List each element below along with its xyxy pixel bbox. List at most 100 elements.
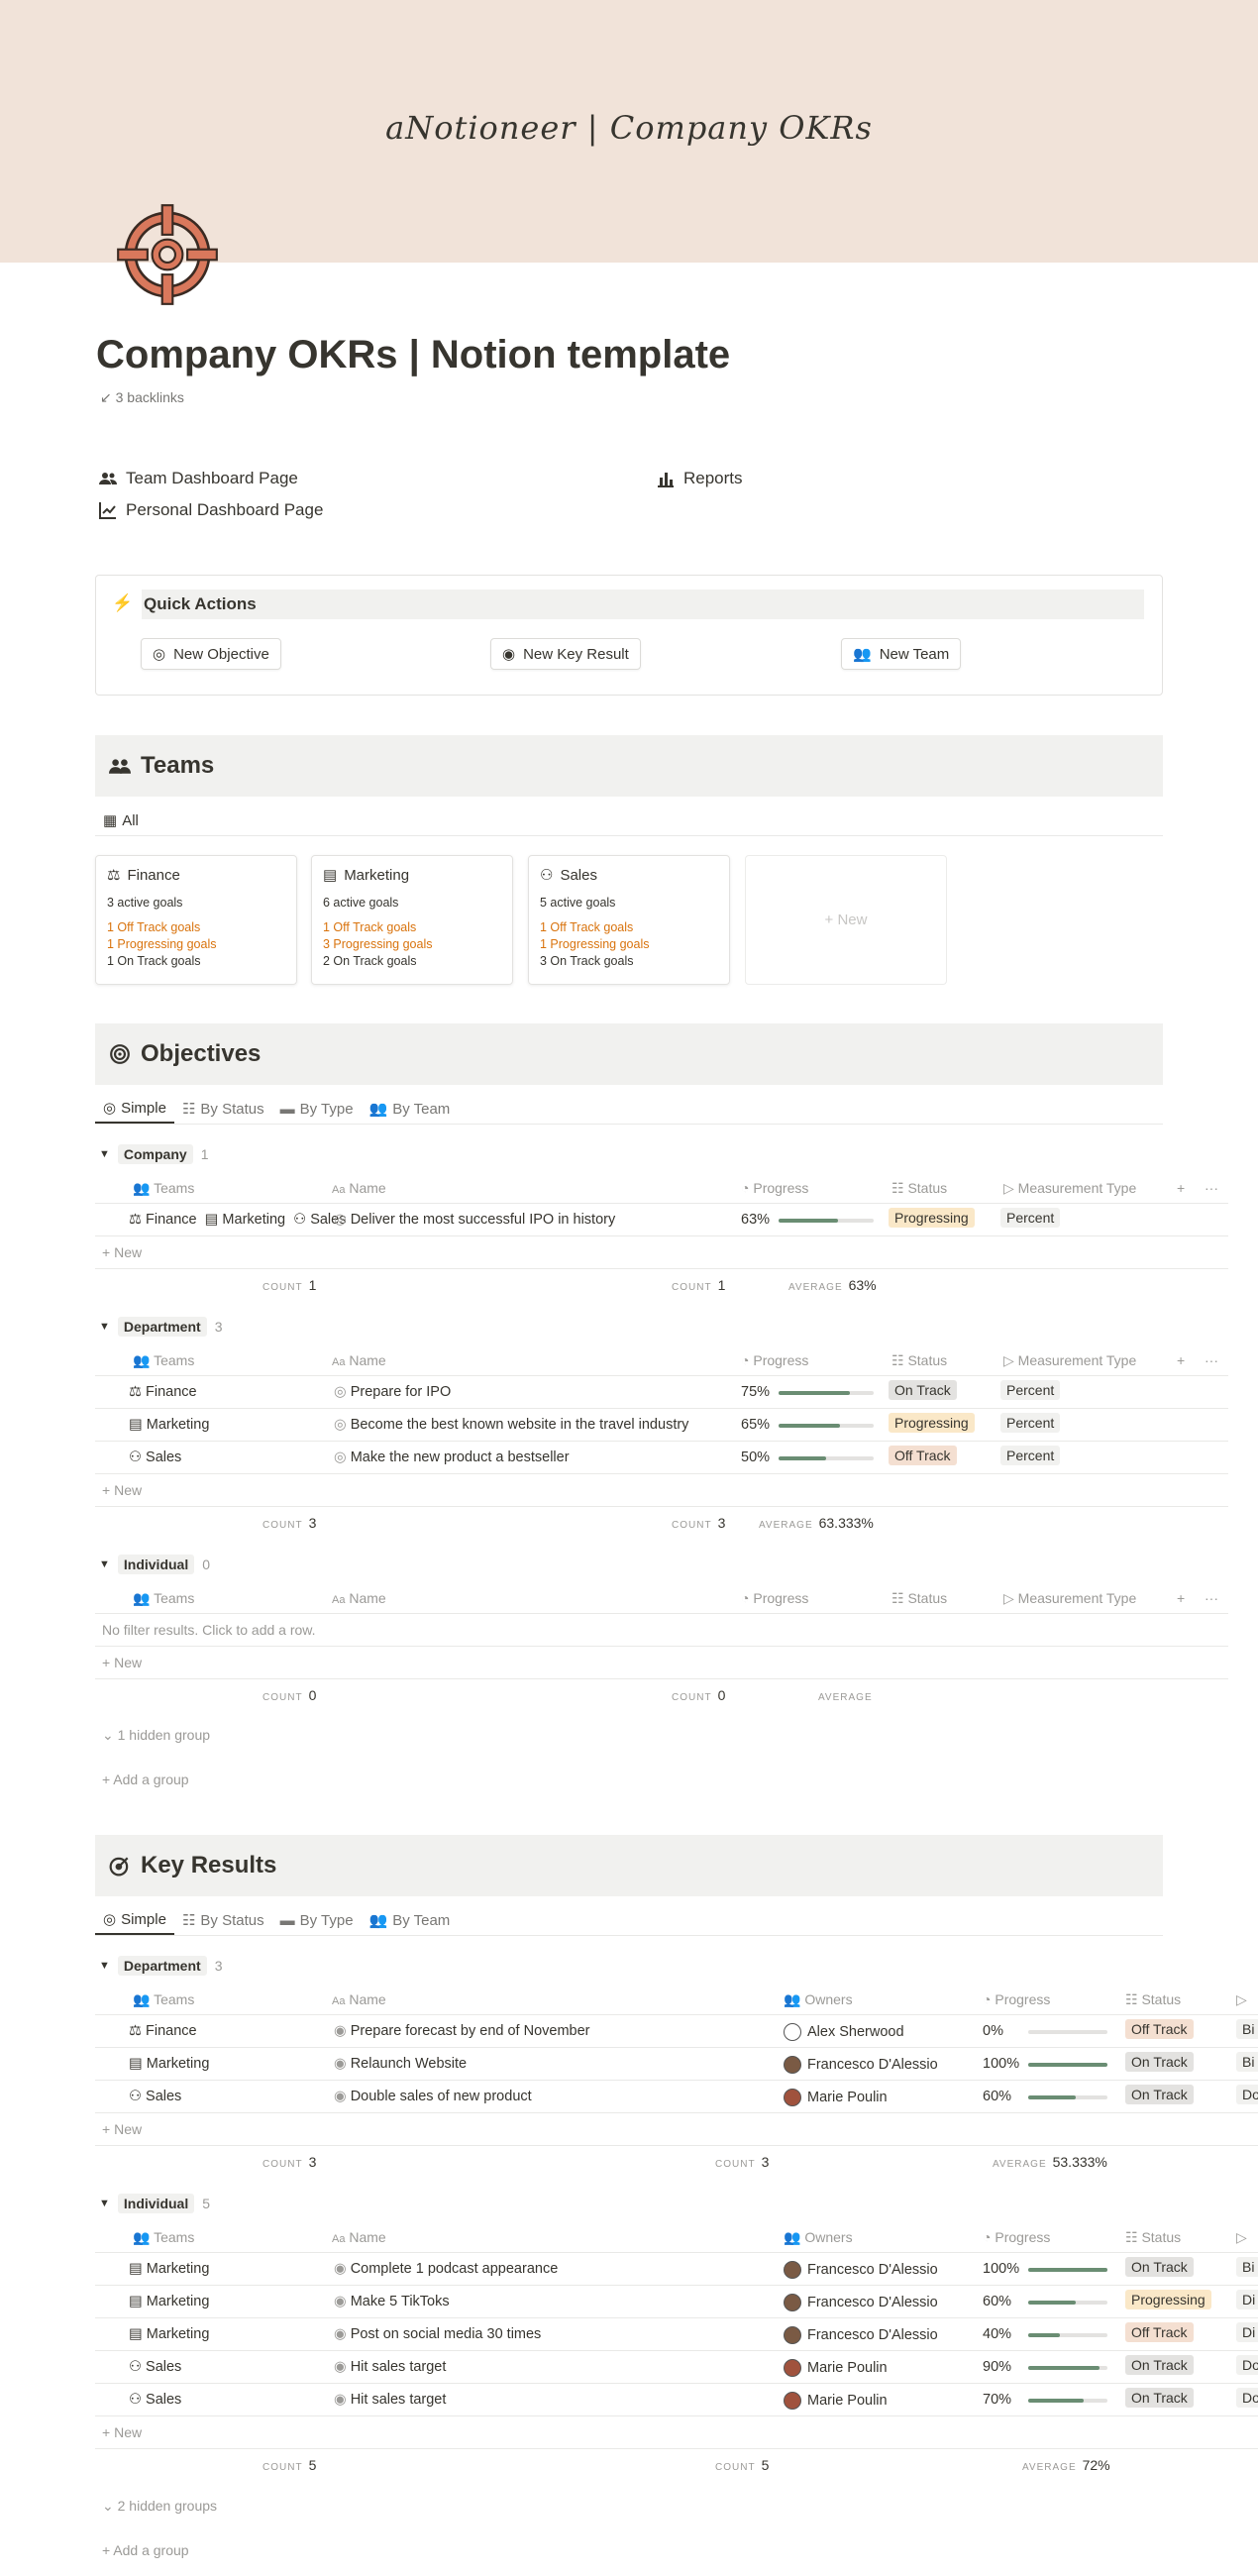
count-calculation[interactable]: COUNT 3 [672,1515,725,1531]
table-row[interactable]: ⚖ Finance ◉ Prepare forecast by end of No… [95,2015,1258,2048]
group-individual[interactable]: ▼ Individual 0 [99,1555,210,1574]
collapse-triangle-icon[interactable]: ▼ [99,1558,110,1570]
team-cell[interactable]: ▤ Marketing [129,2294,209,2309]
count-calculation[interactable]: COUNT 3 [262,2154,316,2170]
new-row-button[interactable]: + New [95,2416,1258,2449]
team-card-sales[interactable]: ⚇ Sales 5 active goals 1 Off Track goals … [528,855,730,985]
team-cell[interactable]: ⚖ Finance [129,2023,197,2039]
owner-cell[interactable]: Francesco D'Alessio [784,2056,938,2074]
tab-simple[interactable]: ◎ Simple [95,1905,174,1935]
tab-by-type[interactable]: ▬ By Type [272,1905,362,1935]
name-cell[interactable]: ◉ Hit sales target [334,2392,446,2408]
new-row-button[interactable]: + New [95,1647,1228,1679]
personal-dashboard-link[interactable]: Personal Dashboard Page [98,500,323,520]
group-individual[interactable]: ▼ Individual 5 [99,2194,210,2213]
more-options-icon[interactable]: ··· [1205,1180,1218,1196]
owner-cell[interactable]: Alex Sherwood [784,2023,904,2041]
name-cell[interactable]: ◎ Prepare for IPO [334,1384,451,1400]
owner-cell[interactable]: Marie Poulin [784,2392,888,2410]
team-dashboard-link[interactable]: Team Dashboard Page [98,469,298,488]
name-cell[interactable]: ◉ Relaunch Website [334,2056,467,2072]
add-group-button[interactable]: + Add a group [102,2542,189,2558]
tab-by-status[interactable]: ☷ By Status [174,1905,272,1935]
table-row[interactable]: ▤ Marketing ◉ Post on social media 30 tim… [95,2318,1258,2351]
add-property-icon[interactable]: + [1177,1590,1185,1606]
tab-by-team[interactable]: 👥 By Team [362,1094,459,1124]
owner-cell[interactable]: Francesco D'Alessio [784,2294,938,2311]
count-calculation[interactable]: COUNT 3 [262,1515,316,1531]
table-row[interactable]: ▤ Marketing ◉ Complete 1 podcast appearan… [95,2253,1258,2286]
measurement-column-icon[interactable]: ▷ [1236,1991,1247,2008]
name-cell[interactable]: ◉ Complete 1 podcast appearance [334,2261,558,2277]
count-calculation[interactable]: COUNT 3 [715,2154,769,2170]
group-company[interactable]: ▼ Company 1 [99,1144,208,1164]
add-group-button[interactable]: + Add a group [102,1771,189,1787]
team-cell[interactable]: ⚇ Sales [129,2359,181,2375]
name-cell[interactable]: ◎ Become the best known website in the t… [334,1417,688,1433]
tab-by-status[interactable]: ☷ By Status [174,1094,272,1124]
name-column-header[interactable]: Aa Name [332,1180,386,1196]
tab-by-type[interactable]: ▬ By Type [272,1094,362,1124]
status-column-header[interactable]: ☷ Status [891,1180,947,1197]
add-property-icon[interactable]: + [1177,1352,1185,1368]
table-row[interactable]: ⚇ Sales ◎ Make the new product a bestsell… [95,1442,1228,1474]
progress-column-header[interactable]: ◔ Progress [741,1180,808,1196]
owner-cell[interactable]: Francesco D'Alessio [784,2261,938,2279]
team-cell[interactable]: ⚇ Sales [129,2089,181,2104]
measurement-column-header[interactable]: ▷ Measurement Type [1003,1180,1136,1197]
average-calculation[interactable]: AVERAGE 63.333% [759,1515,874,1531]
count-calculation[interactable]: COUNT 0 [262,1687,316,1703]
name-cell[interactable]: ◎ Make the new product a bestseller [334,1449,570,1465]
table-row[interactable]: ▤ Marketing ◉ Make 5 TikToks Francesco D'A… [95,2286,1258,2318]
name-cell[interactable]: ◎ Deliver the most successful IPO in his… [334,1212,615,1228]
table-row[interactable]: ⚖ Finance ▤ Marketing ⚇ Sales ◎ Deliver … [95,1204,1228,1236]
tab-all[interactable]: ▦ All [95,805,147,835]
new-team-button[interactable]: 👥 New Team [841,638,962,670]
team-card-marketing[interactable]: ▤ Marketing 6 active goals 1 Off Track go… [311,855,513,985]
owner-cell[interactable]: Marie Poulin [784,2359,888,2377]
group-department[interactable]: ▼ Department 3 [99,1956,222,1976]
hidden-groups-toggle[interactable]: ⌄ 1 hidden group [102,1727,210,1744]
collapse-triangle-icon[interactable]: ▼ [99,2198,110,2209]
name-cell[interactable]: ◉ Post on social media 30 times [334,2326,541,2342]
table-row[interactable]: ⚇ Sales ◉ Hit sales target Marie Poulin 90%… [95,2351,1258,2384]
name-cell[interactable]: ◉ Prepare forecast by end of November [334,2023,589,2039]
owner-cell[interactable]: Marie Poulin [784,2089,888,2106]
collapse-triangle-icon[interactable]: ▼ [99,1321,110,1333]
table-row[interactable]: ⚇ Sales ◉ Hit sales target Marie Poulin 70%… [95,2384,1258,2416]
average-calculation[interactable]: AVERAGE [818,1687,879,1703]
table-row[interactable]: ⚖ Finance ◎ Prepare for IPO 75% On Track Per… [95,1376,1228,1409]
more-options-icon[interactable]: ··· [1205,1590,1218,1606]
count-calculation[interactable]: COUNT 0 [672,1687,725,1703]
average-calculation[interactable]: AVERAGE 53.333% [993,2154,1107,2170]
teams-column-header[interactable]: 👥 Teams [133,1180,194,1197]
empty-state[interactable]: No filter results. Click to add a row. [95,1614,1228,1647]
collapse-triangle-icon[interactable]: ▼ [99,1148,110,1160]
owner-cell[interactable]: Francesco D'Alessio [784,2326,938,2344]
more-options-icon[interactable]: ··· [1205,1352,1218,1368]
average-calculation[interactable]: AVERAGE 72% [1022,2457,1110,2473]
new-row-button[interactable]: + New [95,1236,1228,1269]
backlinks-link[interactable]: ↙ 3 backlinks [100,389,184,406]
average-calculation[interactable]: AVERAGE 63% [788,1277,877,1293]
tab-simple[interactable]: ◎ Simple [95,1094,174,1124]
new-team-card[interactable]: + New [745,855,947,985]
measurement-column-icon[interactable]: ▷ [1236,2229,1247,2246]
team-cell[interactable]: ▤ Marketing [129,2056,209,2072]
count-calculation[interactable]: COUNT 5 [715,2457,769,2473]
name-cell[interactable]: ◉ Double sales of new product [334,2089,532,2104]
name-cell[interactable]: ◉ Make 5 TikToks [334,2294,450,2309]
new-row-button[interactable]: + New [95,2113,1258,2146]
group-department[interactable]: ▼ Department 3 [99,1317,222,1337]
collapse-triangle-icon[interactable]: ▼ [99,1960,110,1972]
crosshair-icon[interactable] [115,202,220,307]
reports-link[interactable]: Reports [656,469,743,488]
teams-cell[interactable]: ⚖ Finance ▤ Marketing ⚇ Sales [129,1212,346,1228]
add-property-icon[interactable]: + [1177,1180,1185,1196]
team-cell[interactable]: ▤ Marketing [129,2326,209,2342]
name-cell[interactable]: ◉ Hit sales target [334,2359,446,2375]
team-cell[interactable]: ▤ Marketing [129,2261,209,2277]
table-row[interactable]: ▤ Marketing ◎ Become the best known websi… [95,1409,1228,1442]
hidden-groups-toggle[interactable]: ⌄ 2 hidden groups [102,2498,217,2515]
team-cell[interactable]: ⚖ Finance [129,1384,197,1400]
